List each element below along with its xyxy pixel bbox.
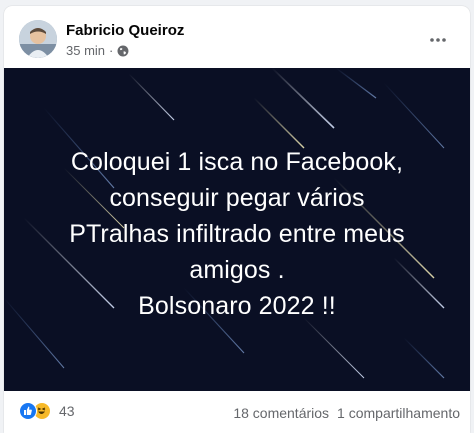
post-meta: 35 min · xyxy=(66,43,129,59)
avatar-photo-icon xyxy=(19,20,57,58)
caption-line: Bolsonaro 2022 !! xyxy=(138,292,336,320)
avatar[interactable] xyxy=(19,20,57,58)
more-options-button[interactable] xyxy=(424,26,452,54)
image-caption: Coloquei 1 isca no Facebook, conseguir p… xyxy=(22,144,452,324)
author-name[interactable]: Fabricio Queiroz xyxy=(66,22,184,40)
engagement-stats: 18 comentários 1 compartilhamento xyxy=(233,405,460,421)
more-dots-icon xyxy=(430,38,446,42)
caption-line: Coloquei 1 isca no Facebook, xyxy=(70,148,404,176)
globe-icon xyxy=(117,45,129,57)
comments-count-link[interactable]: 18 comentários xyxy=(233,405,329,421)
like-icon xyxy=(19,402,37,420)
caption-line: amigos . xyxy=(189,256,285,284)
post-image[interactable]: Coloquei 1 isca no Facebook, conseguir p… xyxy=(4,68,470,391)
post-timestamp[interactable]: 35 min xyxy=(66,43,105,59)
reaction-count: 43 xyxy=(59,403,75,419)
post-card: Fabricio Queiroz 35 min · Coloquei 1 isc… xyxy=(4,6,470,433)
caption-line: PTralhas infiltrado entre meus xyxy=(69,220,405,248)
shares-count-link[interactable]: 1 compartilhamento xyxy=(337,405,460,421)
meta-separator: · xyxy=(109,43,114,58)
post-header: Fabricio Queiroz 35 min · xyxy=(4,6,470,68)
post-footer: 43 18 comentários 1 compartilhamento xyxy=(4,391,470,433)
caption-line: conseguir pegar vários xyxy=(109,184,365,212)
reactions-summary[interactable]: 43 xyxy=(19,402,75,420)
